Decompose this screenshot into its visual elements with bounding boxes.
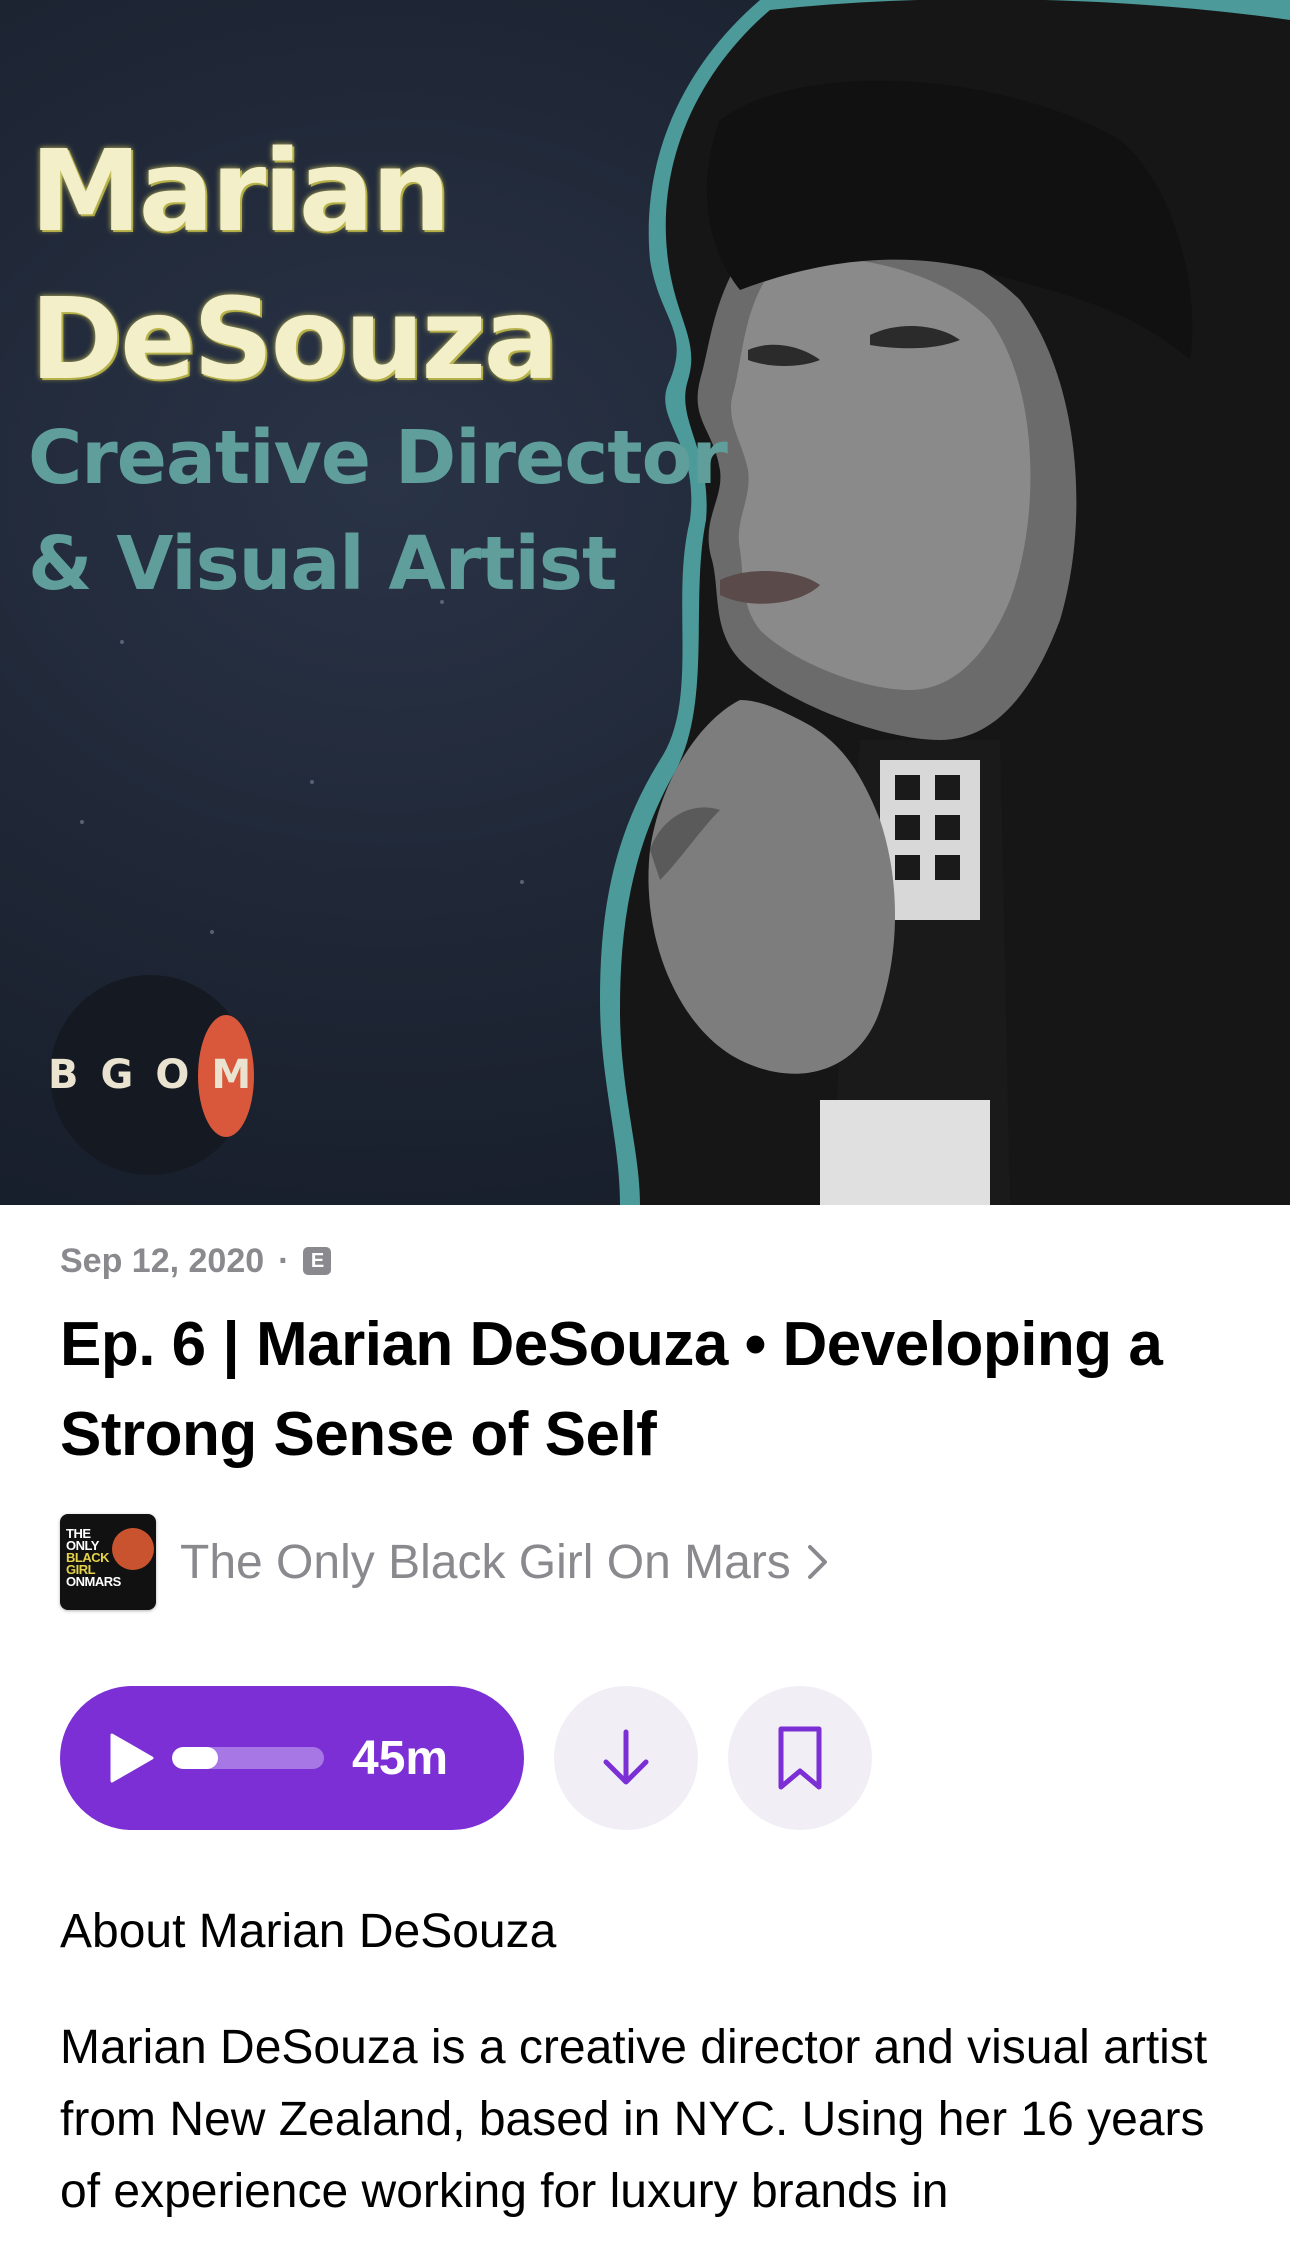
explicit-icon: E — [303, 1247, 332, 1275]
episode-controls: 45m — [60, 1686, 872, 1830]
artwork-guest-role: Creative Director & Visual Artist — [28, 415, 728, 607]
show-name: The Only Black Girl On Mars — [180, 1535, 791, 1589]
playback-progress-bar — [172, 1747, 324, 1769]
show-thumbnail-text: THE ONLY BLACK GIRL ONMARS — [66, 1526, 121, 1589]
episode-artwork: Marian DeSouza Creative Director & Visua… — [0, 0, 1290, 1205]
episode-date: Sep 12, 2020 — [60, 1241, 265, 1280]
episode-title: Ep. 6 | Marian DeSouza • Developing a St… — [60, 1310, 1163, 1469]
download-button[interactable] — [554, 1686, 698, 1830]
episode-description: Marian DeSouza is a creative director an… — [60, 2021, 1208, 2218]
artwork-guest-name: Marian DeSouza — [30, 127, 559, 405]
playback-progress-fill — [172, 1747, 218, 1769]
bookmark-icon — [778, 1726, 822, 1790]
bgom-logo-text: BGOM — [48, 1052, 274, 1098]
play-button[interactable]: 45m — [60, 1686, 524, 1830]
episode-meta: Sep 12, 2020 · E — [60, 1240, 332, 1282]
about-heading: About Marian DeSouza — [60, 1905, 557, 1958]
save-bookmark-button[interactable] — [728, 1686, 872, 1830]
chevron-right-icon — [807, 1545, 827, 1579]
show-link[interactable]: THE ONLY BLACK GIRL ONMARS The Only Blac… — [60, 1514, 831, 1610]
episode-duration: 45m — [352, 1731, 449, 1785]
show-artwork-thumbnail: THE ONLY BLACK GIRL ONMARS — [60, 1514, 156, 1610]
show-name-link[interactable]: The Only Black Girl On Mars — [180, 1535, 831, 1590]
arrow-down-icon — [603, 1729, 649, 1785]
play-icon — [110, 1733, 154, 1783]
meta-separator: · — [278, 1241, 290, 1280]
